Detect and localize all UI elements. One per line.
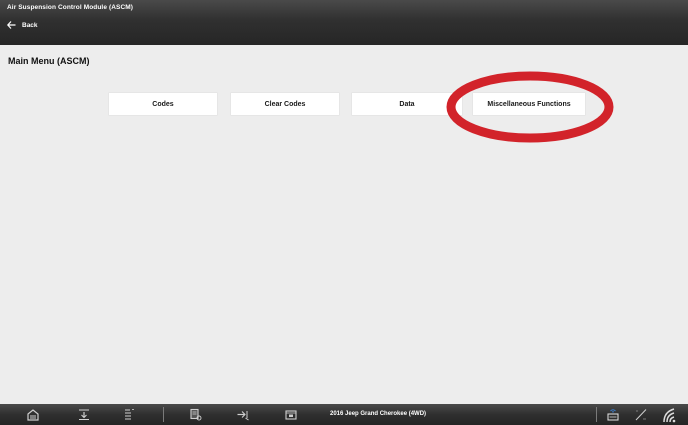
back-label: Back — [22, 21, 38, 29]
codes-button[interactable]: Codes — [109, 93, 217, 115]
signal-icon[interactable] — [660, 406, 678, 423]
bottom-toolbar: 2016 Jeep Grand Cherokee (4WD) — [0, 404, 688, 425]
miscellaneous-functions-button[interactable]: Miscellaneous Functions — [473, 93, 585, 115]
brightness-icon[interactable] — [634, 408, 648, 421]
vehicle-label: 2016 Jeep Grand Cherokee (4WD) — [330, 411, 427, 417]
export-icon[interactable] — [236, 408, 250, 421]
report-icon[interactable] — [189, 408, 203, 421]
connection-icon[interactable] — [606, 408, 620, 421]
home-icon[interactable] — [26, 408, 40, 421]
window-title: Air Suspension Control Module (ASCM) — [7, 4, 134, 11]
back-button[interactable]: Back — [7, 18, 38, 32]
toolbar-divider — [163, 407, 164, 422]
app-window: Air Suspension Control Module (ASCM) Bac… — [0, 0, 688, 425]
page-title: Main Menu (ASCM) — [8, 56, 90, 66]
highlight-ellipse — [446, 71, 614, 143]
title-bar: Air Suspension Control Module (ASCM) Bac… — [0, 0, 688, 45]
back-arrow-icon — [7, 21, 16, 29]
list-icon[interactable] — [122, 408, 136, 421]
clear-codes-button[interactable]: Clear Codes — [231, 93, 339, 115]
toolbar-divider — [596, 407, 597, 422]
data-button[interactable]: Data — [352, 93, 462, 115]
folder-icon[interactable] — [284, 408, 298, 421]
download-icon[interactable] — [77, 408, 91, 421]
